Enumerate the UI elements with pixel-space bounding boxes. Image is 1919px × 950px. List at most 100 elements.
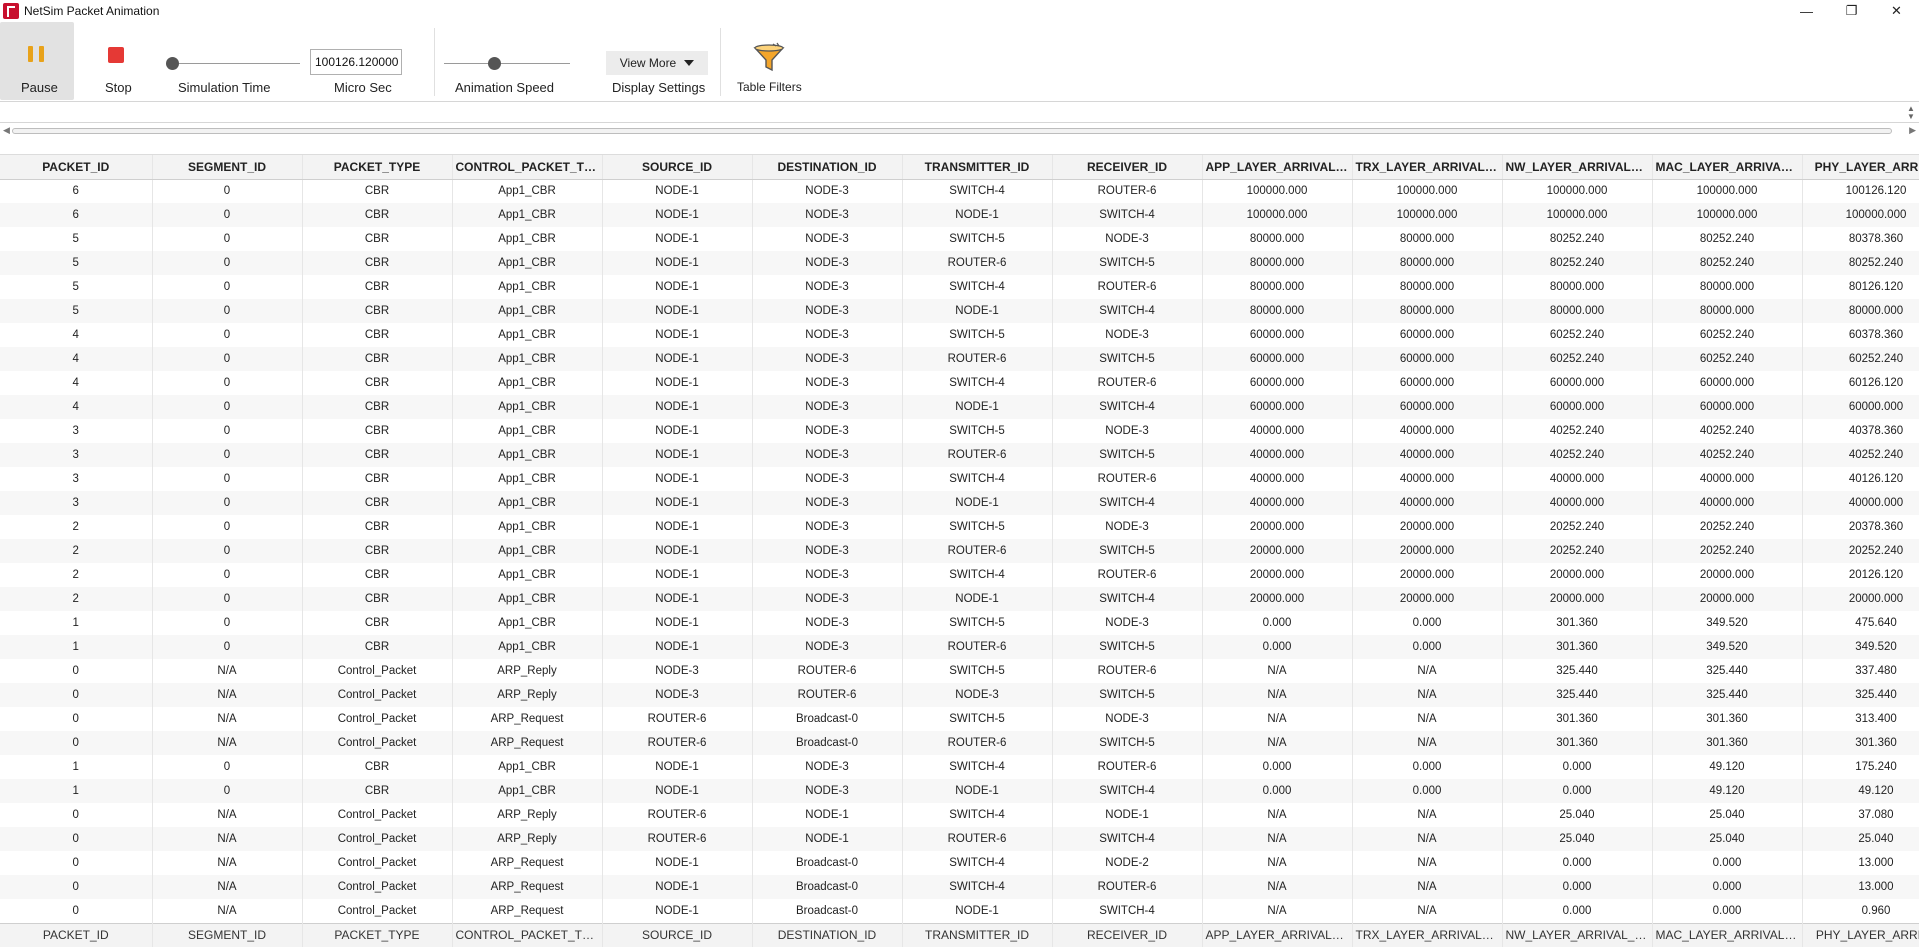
table-cell: NODE-1 <box>602 467 753 491</box>
column-header[interactable]: SOURCE_ID <box>602 155 753 180</box>
table-row[interactable]: 2 0 CBR App1_CBR NODE-1 NODE-3 ROUTER-6 SWITCH-… <box>0 539 1919 563</box>
table-cell: 100000.000 <box>1652 203 1803 227</box>
table-cell: ARP_Reply <box>452 827 603 851</box>
table-row[interactable]: 0 N/A Control_Packet ARP_Request ROUTER-6 Bro… <box>0 731 1919 755</box>
table-cell: NODE-1 <box>902 779 1053 803</box>
column-footer: SEGMENT_ID <box>152 922 303 947</box>
table-cell: ROUTER-6 <box>602 827 753 851</box>
table-row[interactable]: 4 0 CBR App1_CBR NODE-1 NODE-3 ROUTER-6 SWITCH-… <box>0 347 1919 371</box>
table-row[interactable]: 0 N/A Control_Packet ARP_Reply NODE-3 ROUTER-… <box>0 659 1919 683</box>
table-cell: ROUTER-6 <box>902 635 1053 659</box>
table-row[interactable]: 1 0 CBR App1_CBR NODE-1 NODE-3 SWITCH-4 ROUTER-… <box>0 755 1919 779</box>
table-cell: 4 <box>0 347 153 371</box>
table-cell: 2 <box>0 515 153 539</box>
table-row[interactable]: 1 0 CBR App1_CBR NODE-1 NODE-3 SWITCH-5 NODE-3 0… <box>0 611 1919 635</box>
minimize-button[interactable]: — <box>1784 0 1829 22</box>
table-cell: 0 <box>152 347 303 371</box>
column-header[interactable]: NW_LAYER_ARRIVAL_TI... <box>1502 155 1653 180</box>
table-cell: NODE-1 <box>602 563 753 587</box>
filter-bar-scroll[interactable]: ▲ ▼ <box>1903 103 1919 123</box>
table-row[interactable]: 0 N/A Control_Packet ARP_Reply ROUTER-6 NODE-… <box>0 803 1919 827</box>
table-cell: SWITCH-4 <box>902 803 1053 827</box>
table-cell: SWITCH-5 <box>1052 683 1203 707</box>
table-cell: 60000.000 <box>1202 347 1353 371</box>
filter-bar[interactable]: ▲ ▼ <box>0 103 1919 123</box>
table-row[interactable]: 0 N/A Control_Packet ARP_Reply NODE-3 ROUTER-… <box>0 683 1919 707</box>
table-cell: 0 <box>152 779 303 803</box>
table-row[interactable]: 4 0 CBR App1_CBR NODE-1 NODE-3 SWITCH-4 ROUTER-… <box>0 371 1919 395</box>
table-row[interactable]: 5 0 CBR App1_CBR NODE-1 NODE-3 SWITCH-4 ROUTER-… <box>0 275 1919 299</box>
table-row[interactable]: 0 N/A Control_Packet ARP_Request NODE-1 Broad… <box>0 899 1919 923</box>
table-row[interactable]: 5 0 CBR App1_CBR NODE-1 NODE-3 NODE-1 SWITCH-4 8… <box>0 299 1919 323</box>
table-header-row: PACKET_ID SEGMENT_ID PACKET_TYPE CONTROL_PA… <box>0 155 1919 180</box>
table-cell: N/A <box>1352 803 1503 827</box>
table-row[interactable]: 3 0 CBR App1_CBR NODE-1 NODE-3 SWITCH-5 NODE-3 4… <box>0 419 1919 443</box>
column-header[interactable]: PACKET_ID <box>0 155 153 180</box>
table-row[interactable]: 4 0 CBR App1_CBR NODE-1 NODE-3 SWITCH-5 NODE-3 6… <box>0 323 1919 347</box>
table-cell: 0 <box>152 563 303 587</box>
table-row[interactable]: 0 N/A Control_Packet ARP_Reply ROUTER-6 NODE-… <box>0 827 1919 851</box>
table-cell: SWITCH-4 <box>1052 899 1203 923</box>
table-cell: 100000.000 <box>1352 179 1503 203</box>
table-row[interactable]: 6 0 CBR App1_CBR NODE-1 NODE-3 NODE-1 SWITCH-4 1… <box>0 203 1919 227</box>
table-cell: N/A <box>152 659 303 683</box>
animation-speed-slider[interactable] <box>444 63 570 64</box>
simulation-time-slider-thumb[interactable] <box>166 57 179 70</box>
table-cell: 20252.240 <box>1502 539 1653 563</box>
table-cell: App1_CBR <box>452 587 603 611</box>
table-row[interactable]: 0 N/A Control_Packet ARP_Request NODE-1 Broad… <box>0 875 1919 899</box>
table-cell: 349.520 <box>1652 635 1803 659</box>
table-cell: Control_Packet <box>302 899 453 923</box>
column-header[interactable]: APP_LAYER_ARRIVAL_T... <box>1202 155 1353 180</box>
table-cell: 20000.000 <box>1202 515 1353 539</box>
table-row[interactable]: 5 0 CBR App1_CBR NODE-1 NODE-3 SWITCH-5 NODE-3 8… <box>0 227 1919 251</box>
scrollbar-thumb[interactable] <box>12 128 1892 134</box>
column-header[interactable]: CONTROL_PACKET_TYP... <box>452 155 603 180</box>
column-header[interactable]: PHY_LAYER_ARRIVA <box>1802 155 1919 180</box>
horizontal-scrollbar[interactable]: ◀ ▶ <box>0 124 1919 138</box>
table-cell: Control_Packet <box>302 659 453 683</box>
table-cell: 20000.000 <box>1202 539 1353 563</box>
table-cell: 301.360 <box>1802 731 1919 755</box>
table-cell: SWITCH-4 <box>902 467 1053 491</box>
table-cell: CBR <box>302 443 453 467</box>
view-more-dropdown[interactable]: View More <box>606 51 708 75</box>
table-cell: ARP_Request <box>452 875 603 899</box>
close-button[interactable]: ✕ <box>1874 0 1919 22</box>
table-row[interactable]: 0 N/A Control_Packet ARP_Request NODE-1 Broad… <box>0 851 1919 875</box>
table-row[interactable]: 3 0 CBR App1_CBR NODE-1 NODE-3 SWITCH-4 ROUTER-… <box>0 467 1919 491</box>
column-header[interactable]: TRX_LAYER_ARRIVAL_T... <box>1352 155 1503 180</box>
pause-button[interactable]: Pause <box>0 22 74 100</box>
table-row[interactable]: 6 0 CBR App1_CBR NODE-1 NODE-3 SWITCH-4 ROUTER-… <box>0 179 1919 203</box>
table-row[interactable]: 1 0 CBR App1_CBR NODE-1 NODE-3 ROUTER-6 SWITCH-… <box>0 635 1919 659</box>
scroll-left-icon[interactable]: ◀ <box>3 125 10 136</box>
table-cell: 0 <box>0 683 153 707</box>
column-header[interactable]: DESTINATION_ID <box>752 155 903 180</box>
scroll-right-icon[interactable]: ▶ <box>1909 125 1916 136</box>
column-header[interactable]: TRANSMITTER_ID <box>902 155 1053 180</box>
table-row[interactable]: 1 0 CBR App1_CBR NODE-1 NODE-3 NODE-1 SWITCH-4 0… <box>0 779 1919 803</box>
table-cell: 0.000 <box>1352 635 1503 659</box>
column-header[interactable]: SEGMENT_ID <box>152 155 303 180</box>
table-row[interactable]: 2 0 CBR App1_CBR NODE-1 NODE-3 SWITCH-5 NODE-3 2… <box>0 515 1919 539</box>
table-row[interactable]: 3 0 CBR App1_CBR NODE-1 NODE-3 ROUTER-6 SWITCH-… <box>0 443 1919 467</box>
table-cell: Broadcast-0 <box>752 899 903 923</box>
restore-button[interactable]: ❐ <box>1829 0 1874 22</box>
table-row[interactable]: 0 N/A Control_Packet ARP_Request ROUTER-6 Bro… <box>0 707 1919 731</box>
table-row[interactable]: 5 0 CBR App1_CBR NODE-1 NODE-3 ROUTER-6 SWITCH-… <box>0 251 1919 275</box>
column-header[interactable]: RECEIVER_ID <box>1052 155 1203 180</box>
table-cell: 4 <box>0 323 153 347</box>
column-header[interactable]: MAC_LAYER_ARRIVAL_... <box>1652 155 1803 180</box>
column-header[interactable]: PACKET_TYPE <box>302 155 453 180</box>
table-cell: 80000.000 <box>1202 275 1353 299</box>
table-row[interactable]: 2 0 CBR App1_CBR NODE-1 NODE-3 SWITCH-4 ROUTER-… <box>0 563 1919 587</box>
table-cell: CBR <box>302 779 453 803</box>
table-row[interactable]: 4 0 CBR App1_CBR NODE-1 NODE-3 NODE-1 SWITCH-4 6… <box>0 395 1919 419</box>
simulation-time-slider[interactable] <box>172 63 300 64</box>
simulation-time-input[interactable] <box>310 49 402 75</box>
table-cell: 0 <box>0 827 153 851</box>
table-row[interactable]: 3 0 CBR App1_CBR NODE-1 NODE-3 NODE-1 SWITCH-4 4… <box>0 491 1919 515</box>
packet-table: PACKET_ID SEGMENT_ID PACKET_TYPE CONTROL_PA… <box>0 155 1919 947</box>
animation-speed-slider-thumb[interactable] <box>488 57 502 70</box>
table-row[interactable]: 2 0 CBR App1_CBR NODE-1 NODE-3 NODE-1 SWITCH-4 2… <box>0 587 1919 611</box>
